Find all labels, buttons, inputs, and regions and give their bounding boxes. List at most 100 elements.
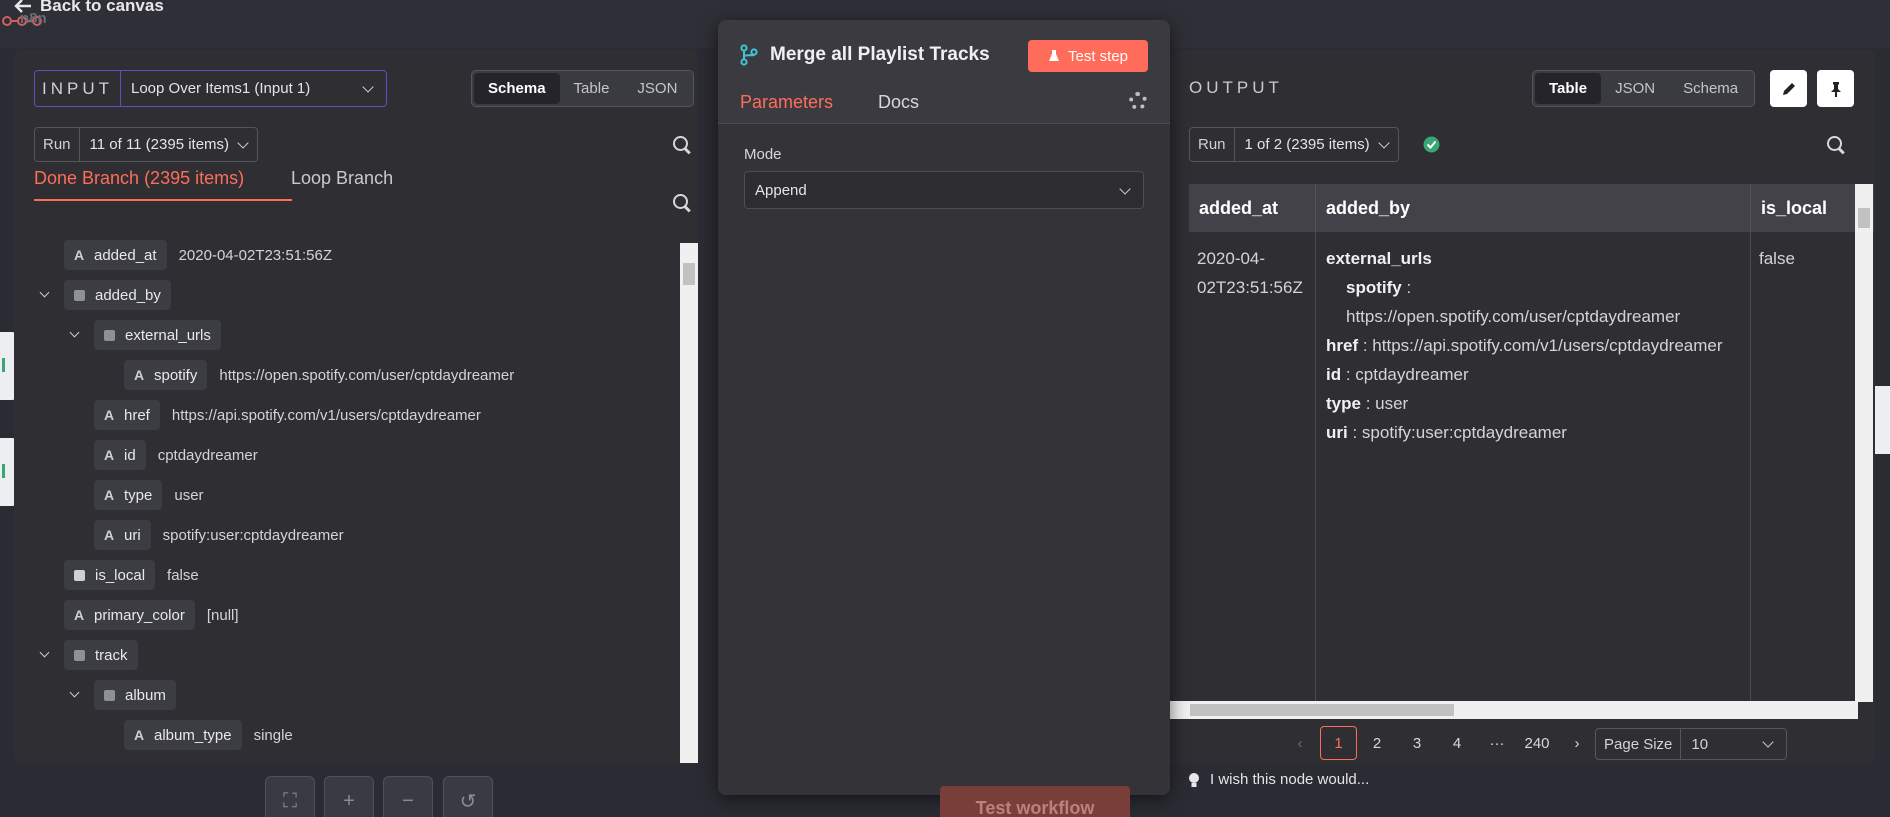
schema-key: id [124, 446, 136, 464]
page-1[interactable]: 1 [1320, 726, 1357, 760]
kv-value: cptdaydreamer [1355, 365, 1469, 384]
edit-button[interactable] [1770, 70, 1807, 107]
schema-key: spotify [154, 366, 198, 384]
page-ellipsis[interactable]: ··· [1477, 726, 1517, 760]
schema-row-album-type: Aalbum_type single [124, 720, 293, 750]
node-header: Merge all Playlist Tracks [740, 44, 990, 66]
pagination: ‹ 1 2 3 4 ··· 240 › [1280, 726, 1597, 760]
reset-zoom-button[interactable]: ↺ [443, 776, 493, 817]
schema-row-spotify: Aspotify https://open.spotify.com/user/cp… [124, 360, 514, 390]
table-row: 2020-04-02T23:51:56Z external_urls spoti… [1189, 232, 1874, 702]
zoom-out-button[interactable]: − [383, 776, 433, 817]
output-run-select[interactable]: Run 1 of 2 (2395 items) [1189, 127, 1399, 162]
schema-key-pill[interactable]: Auri [94, 520, 151, 550]
column-added-at[interactable]: added_at [1189, 184, 1316, 232]
input-run-select[interactable]: Run 11 of 11 (2395 items) [34, 127, 259, 162]
schema-key: album_type [154, 726, 232, 744]
gear-icon[interactable] [1129, 92, 1147, 110]
string-type-icon: A [104, 527, 115, 543]
search-icon[interactable] [673, 136, 691, 154]
kv-value: https://api.spotify.com/v1/users/cptdayd… [1372, 336, 1723, 355]
kv-key: href [1326, 336, 1359, 355]
search-icon[interactable] [1827, 136, 1845, 154]
tab-done-branch[interactable]: Done Branch (2395 items) [34, 168, 292, 201]
schema-key-pill[interactable]: Aspotify [124, 360, 208, 390]
schema-row-track: track [39, 640, 138, 670]
schema-key-pill[interactable]: Aalbum_type [124, 720, 242, 750]
prev-page-icon[interactable]: ‹ [1280, 726, 1320, 760]
chevron-down-icon [362, 81, 374, 93]
page-size-select[interactable]: Page Size 10 [1595, 728, 1788, 760]
chevron-down-icon[interactable] [39, 287, 50, 298]
output-view-json[interactable]: JSON [1601, 73, 1669, 104]
output-horizontal-scrollbar[interactable] [1168, 701, 1858, 719]
test-workflow-button[interactable]: Test workflow [940, 786, 1130, 817]
schema-key-pill[interactable]: external_urls [94, 320, 221, 350]
input-label: INPUT [35, 71, 121, 106]
lightbulb-icon [1189, 772, 1199, 787]
search-icon[interactable] [673, 194, 691, 212]
test-workflow-label: Test workflow [975, 797, 1095, 817]
page-3[interactable]: 3 [1397, 726, 1437, 760]
schema-key: added_by [95, 286, 161, 304]
kv-key: external_urls [1326, 249, 1432, 268]
schema-value: https://open.spotify.com/user/cptdaydrea… [219, 366, 515, 384]
fit-view-button[interactable]: ⛶ [265, 776, 315, 817]
schema-value: false [167, 566, 199, 584]
string-type-icon: A [74, 247, 85, 263]
schema-row-id: Aid cptdaydreamer [94, 440, 258, 470]
input-scrollbar[interactable] [680, 243, 698, 763]
schema-key-pill[interactable]: Atype [94, 480, 163, 510]
page-2[interactable]: 2 [1357, 726, 1397, 760]
schema-row-is-local: is_local false [64, 560, 199, 590]
schema-key-pill[interactable]: album [94, 680, 176, 710]
mode-select[interactable]: Append [744, 171, 1144, 209]
pin-button[interactable] [1817, 70, 1854, 107]
tab-parameters[interactable]: Parameters [740, 92, 878, 127]
input-view-json[interactable]: JSON [623, 73, 691, 104]
chevron-down-icon [1119, 183, 1131, 195]
schema-key-pill[interactable]: added_by [64, 280, 171, 310]
cell-added-by: external_urls spotify : https://open.spo… [1316, 232, 1751, 702]
flask-icon [1048, 50, 1059, 61]
string-type-icon: A [134, 727, 145, 743]
test-step-button[interactable]: Test step [1028, 40, 1148, 72]
object-type-icon [74, 289, 85, 301]
chevron-down-icon[interactable] [69, 327, 80, 338]
tab-docs[interactable]: Docs [878, 92, 919, 113]
schema-key-pill[interactable]: is_local [64, 560, 156, 590]
column-added-by[interactable]: added_by [1316, 184, 1751, 232]
schema-key-pill[interactable]: Ahref [94, 400, 160, 430]
schema-key-pill[interactable]: Aadded_at [64, 240, 167, 270]
input-view-schema[interactable]: Schema [474, 73, 560, 104]
schema-key-pill[interactable]: track [64, 640, 138, 670]
page-240[interactable]: 240 [1517, 726, 1557, 760]
schema-key: primary_color [94, 606, 185, 624]
input-panel: INPUT Loop Over Items1 (Input 1) Schema … [14, 50, 698, 764]
branch-tabs: Done Branch (2395 items) Loop Branch [14, 168, 698, 208]
chevron-down-icon[interactable] [69, 687, 80, 698]
schema-key: uri [124, 526, 141, 544]
arrow-left-icon [14, 0, 31, 13]
string-type-icon: A [104, 487, 115, 503]
string-type-icon: A [134, 367, 145, 383]
schema-key-pill[interactable]: Aid [94, 440, 146, 470]
output-view-schema[interactable]: Schema [1669, 73, 1752, 104]
schema-key-pill[interactable]: Aprimary_color [64, 600, 195, 630]
page-4[interactable]: 4 [1437, 726, 1477, 760]
zoom-in-button[interactable]: + [324, 776, 374, 817]
input-view-table[interactable]: Table [560, 73, 624, 104]
input-source-value: Loop Over Items1 (Input 1) [131, 80, 311, 97]
tab-loop-branch[interactable]: Loop Branch [291, 168, 393, 199]
schema-value: single [253, 726, 293, 744]
next-page-icon[interactable]: › [1557, 726, 1597, 760]
back-to-canvas-link[interactable]: Back to canvas [14, 0, 164, 16]
input-source-select[interactable]: Loop Over Items1 (Input 1) [121, 71, 386, 106]
schema-tree: Aadded_at 2020-04-02T23:51:56Z added_by ext… [14, 240, 698, 760]
feedback-link[interactable]: I wish this node would... [1188, 771, 1369, 788]
chevron-down-icon[interactable] [39, 647, 50, 658]
node-title[interactable]: Merge all Playlist Tracks [770, 44, 990, 66]
output-view-table[interactable]: Table [1535, 73, 1602, 104]
output-scrollbar[interactable] [1855, 184, 1873, 702]
schema-row-href: Ahref https://api.spotify.com/v1/users/cp… [94, 400, 481, 430]
